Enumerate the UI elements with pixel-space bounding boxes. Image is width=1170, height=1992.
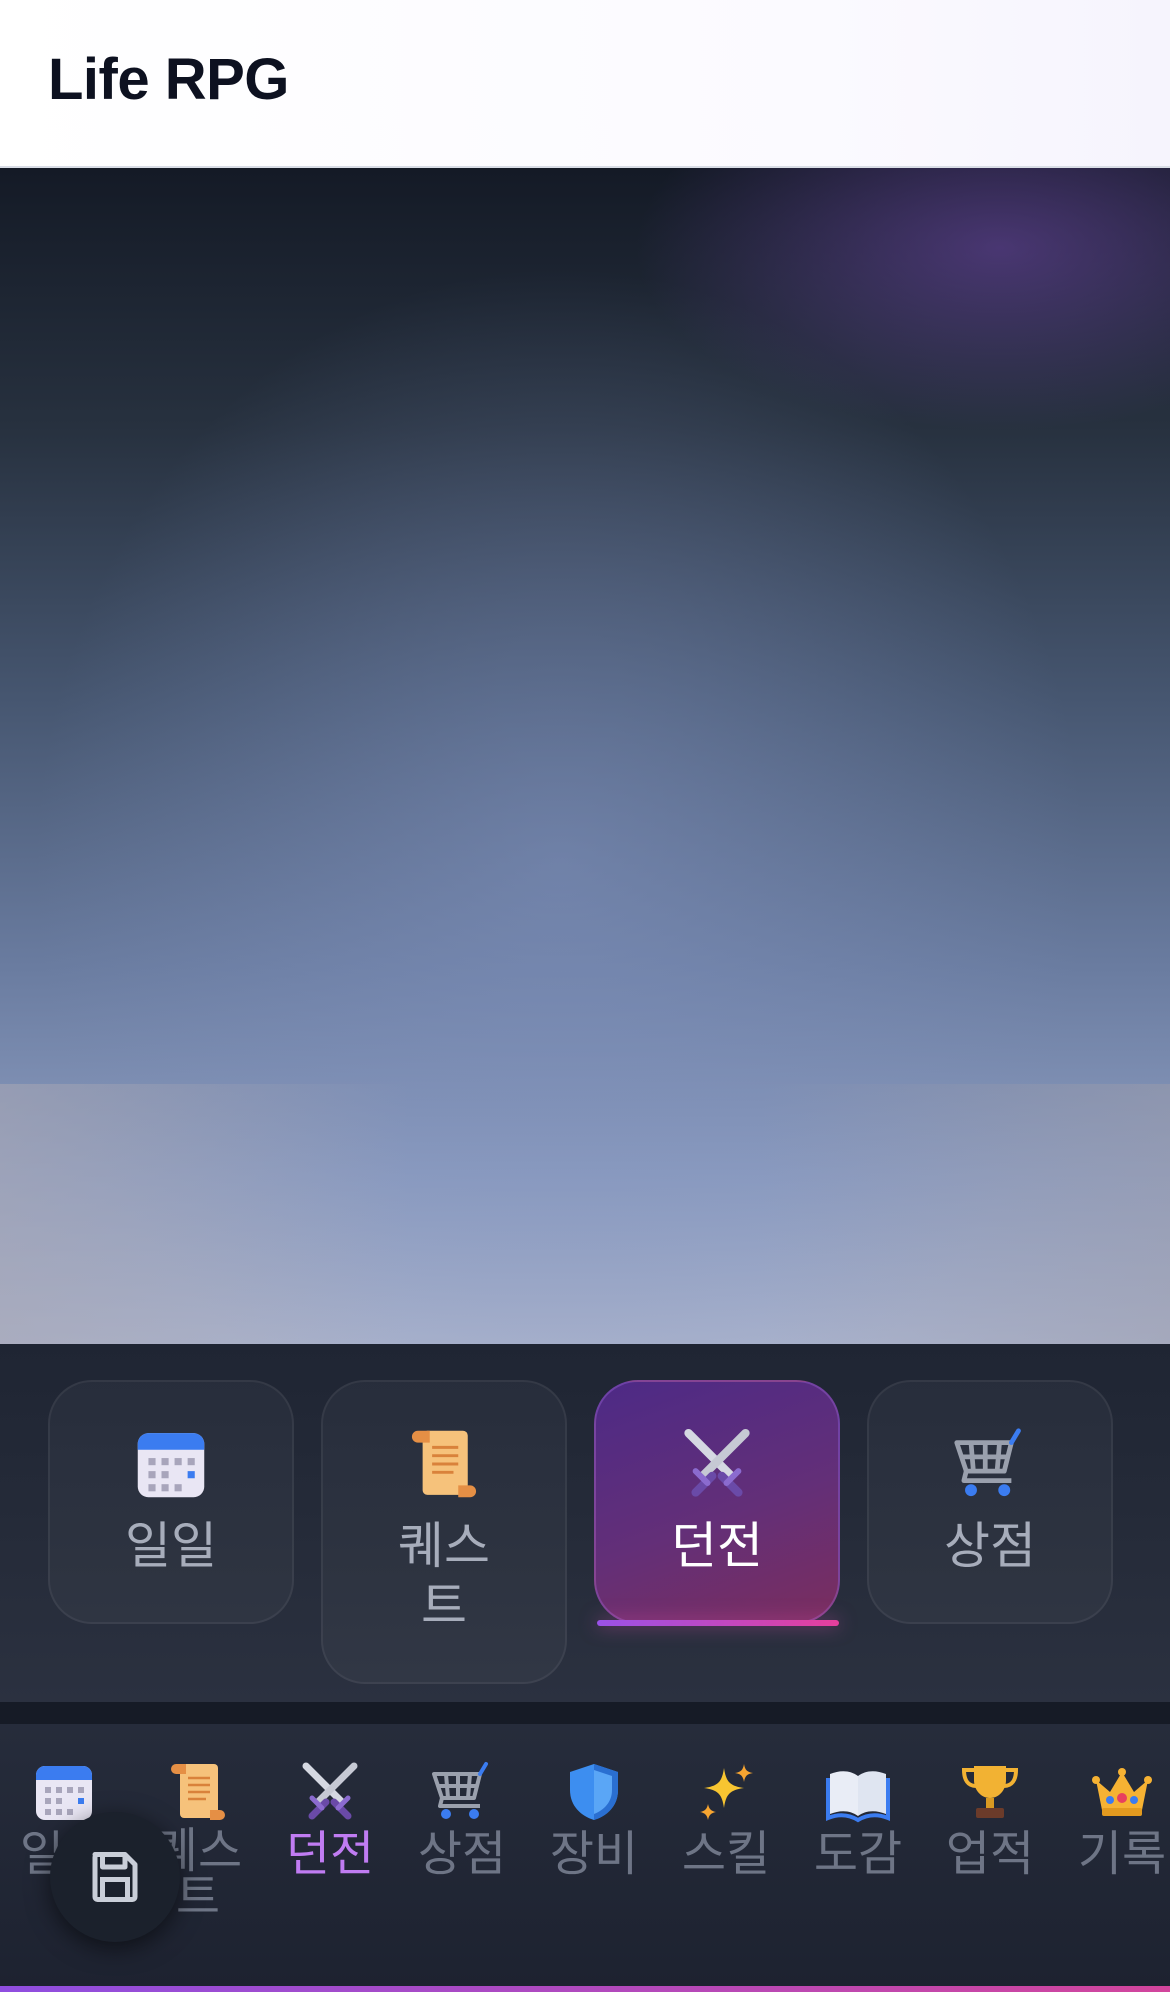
crossed-swords-icon bbox=[679, 1426, 755, 1502]
divider bbox=[0, 1702, 1170, 1724]
app-header: Life RPG bbox=[0, 0, 1170, 168]
tab-quest[interactable]: 퀘스 트 bbox=[321, 1380, 567, 1684]
nav-equipment[interactable]: 장비 bbox=[528, 1760, 660, 1880]
tab-shop[interactable]: 상점 bbox=[867, 1380, 1113, 1624]
nav-codex[interactable]: 도감 bbox=[792, 1760, 924, 1880]
nav-achievements[interactable]: 업적 bbox=[924, 1760, 1056, 1880]
nav-shop-label: 상점 bbox=[417, 1826, 507, 1882]
nav-dungeon[interactable]: 던전 bbox=[264, 1760, 396, 1880]
nav-skills[interactable]: 스킬 bbox=[660, 1760, 792, 1880]
crossed-swords-icon bbox=[298, 1760, 362, 1824]
tab-daily[interactable]: 일일 bbox=[48, 1380, 294, 1624]
crown-icon bbox=[1090, 1760, 1154, 1824]
bottom-accent-bar bbox=[0, 1986, 1170, 1992]
tab-quest-label: 퀘스 트 bbox=[398, 1517, 490, 1635]
save-button[interactable] bbox=[50, 1812, 180, 1942]
sparkles-icon bbox=[694, 1760, 758, 1824]
shield-icon bbox=[562, 1760, 626, 1824]
nav-achievements-label: 업적 bbox=[945, 1826, 1035, 1882]
scroll-icon bbox=[166, 1760, 230, 1824]
nav-records[interactable]: 기록 bbox=[1056, 1760, 1170, 1880]
tab-daily-label: 일일 bbox=[125, 1517, 217, 1575]
tab-shop-label: 상점 bbox=[944, 1517, 1036, 1575]
open-book-icon bbox=[826, 1760, 890, 1824]
tab-panel: 일일 퀘스 트 던전 상점 bbox=[0, 1344, 1170, 1702]
nav-records-label: 기록 bbox=[1077, 1826, 1167, 1882]
nav-shop[interactable]: 상점 bbox=[396, 1760, 528, 1880]
shopping-cart-icon bbox=[430, 1760, 494, 1824]
save-icon bbox=[92, 1852, 138, 1902]
shopping-cart-icon bbox=[952, 1426, 1028, 1502]
tab-dungeon[interactable]: 던전 bbox=[594, 1380, 840, 1624]
nav-codex-label: 도감 bbox=[813, 1826, 903, 1882]
trophy-icon bbox=[958, 1760, 1022, 1824]
app-title: Life RPG bbox=[48, 47, 289, 112]
calendar-icon bbox=[133, 1426, 209, 1502]
dungeon-scene-background bbox=[0, 168, 1170, 1344]
nav-dungeon-label: 던전 bbox=[285, 1826, 375, 1882]
nav-skills-label: 스킬 bbox=[681, 1826, 771, 1882]
active-tab-indicator bbox=[597, 1620, 839, 1626]
calendar-icon bbox=[32, 1760, 96, 1824]
tab-dungeon-label: 던전 bbox=[671, 1517, 763, 1575]
scroll-icon bbox=[406, 1426, 482, 1502]
nav-equipment-label: 장비 bbox=[549, 1826, 639, 1882]
